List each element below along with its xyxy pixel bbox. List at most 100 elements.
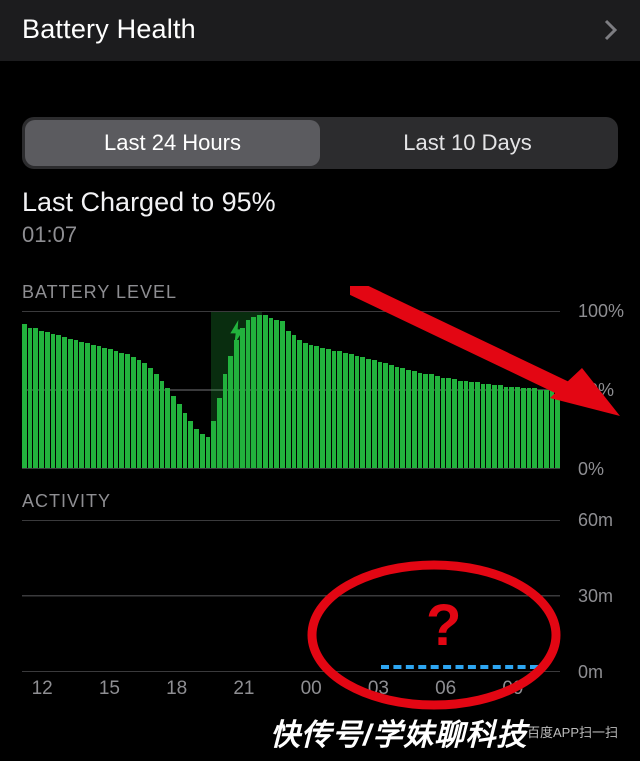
battery-bar	[555, 390, 560, 468]
battery-bar	[332, 351, 337, 468]
battery-bar	[504, 387, 509, 468]
battery-bar	[33, 328, 38, 468]
battery-bar	[515, 387, 520, 468]
battery-bar	[492, 385, 497, 468]
battery-bar	[119, 353, 124, 468]
tab-last-10-days[interactable]: Last 10 Days	[320, 120, 615, 166]
battery-bar	[223, 374, 228, 468]
battery-bar	[509, 387, 514, 468]
watermark-sub: 百度APP扫一扫	[527, 722, 618, 741]
battery-bar	[429, 374, 434, 468]
battery-bar	[79, 342, 84, 468]
battery-bar	[521, 388, 526, 468]
battery-bar	[292, 335, 297, 468]
battery-bar	[297, 340, 302, 468]
battery-bar	[544, 390, 549, 468]
x-tick: 06	[435, 678, 456, 700]
battery-bar	[435, 376, 440, 468]
battery-bar	[108, 349, 113, 468]
battery-bar	[475, 382, 480, 468]
battery-bar	[228, 356, 233, 468]
battery-bar	[102, 348, 107, 468]
x-tick: 15	[99, 678, 120, 700]
battery-bar	[171, 396, 176, 468]
battery-bar	[366, 359, 371, 468]
battery-bar	[418, 373, 423, 468]
last-charged-time: 01:07	[22, 222, 618, 248]
battery-bar	[183, 413, 188, 468]
battery-bar	[337, 351, 342, 468]
battery-bar	[498, 385, 503, 468]
battery-bar	[97, 346, 102, 468]
battery-bar	[458, 381, 463, 468]
x-tick: 09	[502, 678, 523, 700]
x-tick: 18	[166, 678, 187, 700]
tab-last-24-hours[interactable]: Last 24 Hours	[25, 120, 320, 166]
battery-bar	[91, 345, 96, 468]
battery-bar	[68, 339, 73, 468]
battery-bar	[452, 379, 457, 468]
battery-bar	[372, 360, 377, 468]
battery-bar	[280, 321, 285, 468]
battery-bar	[309, 345, 314, 468]
battery-bar	[378, 362, 383, 468]
battery-bar	[486, 384, 491, 468]
watermark-text: 快传号/学妹聊科技	[270, 710, 527, 754]
battery-bar	[234, 340, 239, 468]
battery-bar	[400, 368, 405, 468]
inactive-dashed-line	[381, 665, 538, 669]
battery-bar	[217, 398, 222, 468]
battery-bar	[194, 429, 199, 468]
battery-bar	[206, 437, 211, 468]
activity-title: ACTIVITY	[0, 469, 640, 520]
battery-health-label: Battery Health	[22, 14, 196, 45]
battery-bar	[125, 354, 130, 468]
activity-chart	[22, 520, 560, 672]
battery-bar	[343, 353, 348, 468]
battery-bar	[406, 370, 411, 468]
battery-bar	[274, 320, 279, 468]
battery-bar	[286, 331, 291, 468]
battery-level-chart	[22, 311, 560, 469]
battery-bar	[550, 390, 555, 468]
activity-y-axis: 60m 30m 0m	[568, 520, 640, 672]
battery-bar	[269, 318, 274, 468]
battery-bar	[383, 363, 388, 468]
battery-bar	[200, 434, 205, 468]
battery-bar	[188, 421, 193, 468]
battery-bar	[423, 374, 428, 468]
battery-bar	[303, 343, 308, 468]
battery-bar	[240, 328, 245, 468]
battery-bar	[22, 324, 27, 468]
battery-bar	[441, 378, 446, 468]
battery-bar	[74, 340, 79, 468]
battery-bar	[257, 315, 262, 468]
time-range-segmented: Last 24 Hours Last 10 Days	[22, 117, 618, 169]
battery-bar	[532, 388, 537, 468]
battery-health-row[interactable]: Battery Health	[0, 0, 640, 61]
battery-bar	[538, 390, 543, 468]
battery-bar	[527, 388, 532, 468]
battery-y-axis: 100% 50% 0%	[568, 311, 640, 469]
battery-bar	[246, 320, 251, 468]
battery-bar	[326, 349, 331, 468]
battery-bar	[177, 404, 182, 468]
battery-bar	[320, 348, 325, 468]
x-tick: 21	[233, 678, 254, 700]
battery-bar	[154, 374, 159, 468]
battery-bar	[395, 367, 400, 468]
battery-bar	[464, 381, 469, 468]
battery-bar	[469, 382, 474, 468]
x-tick: 00	[301, 678, 322, 700]
battery-bar	[56, 335, 61, 468]
battery-bar	[51, 334, 56, 468]
separator-gap	[0, 61, 640, 117]
battery-bar	[165, 388, 170, 468]
battery-bar	[137, 360, 142, 468]
battery-bar	[314, 346, 319, 468]
battery-bar	[62, 337, 67, 468]
battery-bar	[389, 365, 394, 468]
battery-bar	[28, 328, 33, 468]
battery-bar	[360, 357, 365, 468]
battery-bar	[349, 354, 354, 468]
